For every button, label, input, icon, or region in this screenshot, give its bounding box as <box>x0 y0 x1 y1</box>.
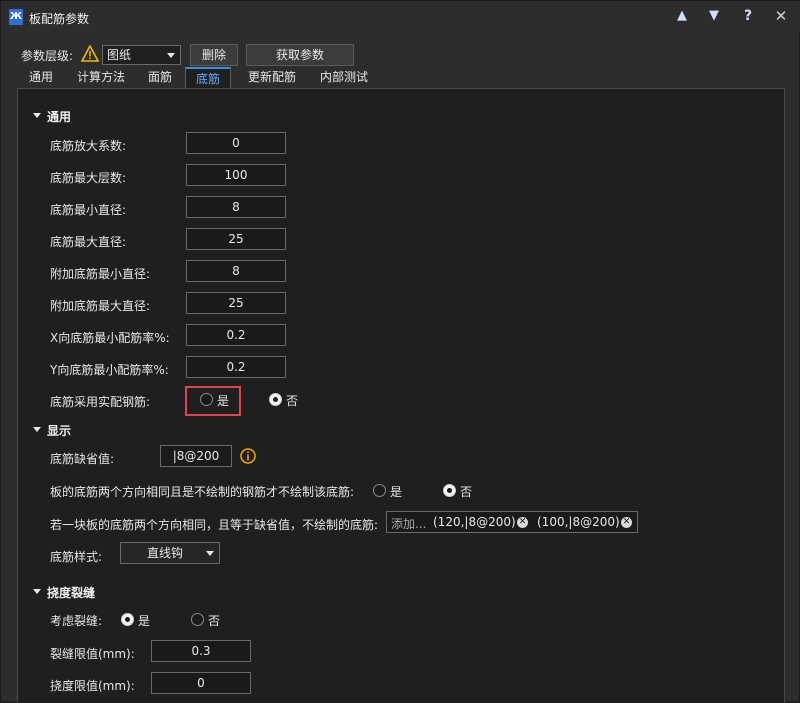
same-direction-no-radio[interactable] <box>443 484 456 497</box>
actual-bar-label: 底筋采用实配钢筋: <box>50 395 151 409</box>
same-direction-no-label: 否 <box>460 485 473 499</box>
section-general[interactable]: 通用 <box>33 108 71 125</box>
move-down-icon[interactable]: ▼ <box>705 7 723 25</box>
skip-draw-label: 若一块板的底筋两个方向相同，且等于缺省值，不绘制的底筋: <box>50 518 379 532</box>
tab-bar: 通用 计算方法 面筋 底筋 更新配筋 内部测试 <box>17 67 787 89</box>
crack-limit-label: 裂缝限值(mm): <box>50 647 135 661</box>
caret-down-icon <box>33 113 41 118</box>
actual-bar-no-label: 否 <box>286 394 299 408</box>
max-layers-field[interactable]: 100 <box>186 164 286 186</box>
crack-limit-field[interactable]: 0.3 <box>151 640 251 662</box>
close-icon[interactable]: ✕ <box>772 7 790 25</box>
same-direction-yes-radio[interactable] <box>373 484 386 497</box>
level-label: 参数层级: <box>21 49 74 63</box>
consider-crack-no-radio[interactable] <box>191 613 204 626</box>
remove-tag-icon[interactable]: ✕ <box>621 517 632 528</box>
tab-internal-test[interactable]: 内部测试 <box>311 67 377 89</box>
section-crack-title: 挠度裂缝 <box>47 586 96 600</box>
window-title: 板配筋参数 <box>29 12 90 26</box>
chevron-down-icon <box>167 53 175 58</box>
dialog-window: Ж 板配筋参数 ▲ ▼ ? ✕ 参数层级: 图纸 删除 获取参数 通用 计算方法… <box>0 0 800 703</box>
y-min-ratio-field[interactable]: 0.2 <box>186 356 286 378</box>
tab-calc-method[interactable]: 计算方法 <box>69 67 133 89</box>
tag-item: (120,|8@200) <box>433 515 516 529</box>
caret-down-icon <box>33 427 41 432</box>
level-select-value: 图纸 <box>107 48 132 62</box>
remove-tag-icon[interactable]: ✕ <box>517 517 528 528</box>
chevron-down-icon <box>206 551 214 556</box>
app-icon: Ж <box>9 9 23 25</box>
section-display-title: 显示 <box>47 424 72 438</box>
tab-bottom-bars[interactable]: 底筋 <box>185 67 231 89</box>
title-bar: Ж 板配筋参数 ▲ ▼ ? ✕ <box>1 1 800 33</box>
consider-crack-yes-radio[interactable] <box>121 613 134 626</box>
info-icon[interactable] <box>240 448 256 464</box>
delete-button[interactable]: 删除 <box>190 44 238 66</box>
max-diameter-label: 底筋最大直径: <box>50 235 127 249</box>
default-value-label: 底筋缺省值: <box>50 452 115 466</box>
max-layers-label: 底筋最大层数: <box>50 171 127 185</box>
x-min-ratio-field[interactable]: 0.2 <box>186 324 286 346</box>
consider-crack-yes-label: 是 <box>138 614 151 628</box>
actual-bar-yes-label: 是 <box>217 394 230 408</box>
consider-crack-label: 考虑裂缝: <box>50 614 103 628</box>
move-up-icon[interactable]: ▲ <box>673 7 691 25</box>
default-value-field[interactable]: |8@200 <box>160 445 232 467</box>
tab-top-bars[interactable]: 面筋 <box>141 67 179 89</box>
min-diameter-field[interactable]: 8 <box>186 196 286 218</box>
level-select[interactable]: 图纸 <box>102 45 181 65</box>
extra-min-diameter-label: 附加底筋最小直径: <box>50 267 151 281</box>
skip-draw-placeholder: 添加... <box>391 517 427 531</box>
min-diameter-label: 底筋最小直径: <box>50 203 127 217</box>
tag-item: (100,|8@200) <box>537 515 620 529</box>
tab-general[interactable]: 通用 <box>19 67 63 89</box>
deflection-limit-label: 挠度限值(mm): <box>50 679 135 693</box>
tab-update-rebar[interactable]: 更新配筋 <box>237 67 307 89</box>
caret-down-icon <box>33 589 41 594</box>
bar-style-label: 底筋样式: <box>50 550 103 564</box>
help-icon[interactable]: ? <box>739 7 757 25</box>
skip-draw-tag-input[interactable]: 添加... (120,|8@200) ✕ (100,|8@200) ✕ <box>386 511 638 533</box>
bar-style-value: 直线钩 <box>146 546 183 560</box>
actual-bar-no-radio[interactable] <box>269 393 282 406</box>
bottom-bars-panel: 通用 底筋放大系数: 0 底筋最大层数: 100 底筋最小直径: 8 底筋最大直… <box>17 88 785 703</box>
section-display[interactable]: 显示 <box>33 422 71 439</box>
section-general-title: 通用 <box>47 110 72 124</box>
same-direction-yes-label: 是 <box>390 485 403 499</box>
bar-style-select[interactable]: 直线钩 <box>120 542 220 564</box>
highlight-box <box>185 386 241 416</box>
deflection-limit-field[interactable]: 0 <box>151 672 251 694</box>
section-crack[interactable]: 挠度裂缝 <box>33 584 95 601</box>
amplify-factor-label: 底筋放大系数: <box>50 139 127 153</box>
same-direction-label: 板的底筋两个方向相同且是不绘制的钢筋才不绘制该底筋: <box>50 485 355 499</box>
x-min-ratio-label: X向底筋最小配筋率%: <box>50 331 170 345</box>
max-diameter-field[interactable]: 25 <box>186 228 286 250</box>
fetch-params-button[interactable]: 获取参数 <box>246 44 354 66</box>
extra-max-diameter-field[interactable]: 25 <box>186 292 286 314</box>
warning-icon <box>81 45 99 62</box>
toolbar: 参数层级: 图纸 删除 获取参数 <box>1 43 800 67</box>
y-min-ratio-label: Y向底筋最小配筋率%: <box>50 363 169 377</box>
consider-crack-no-label: 否 <box>208 614 221 628</box>
extra-min-diameter-field[interactable]: 8 <box>186 260 286 282</box>
amplify-factor-field[interactable]: 0 <box>186 132 286 154</box>
extra-max-diameter-label: 附加底筋最大直径: <box>50 299 151 313</box>
actual-bar-yes-radio[interactable] <box>200 393 213 406</box>
